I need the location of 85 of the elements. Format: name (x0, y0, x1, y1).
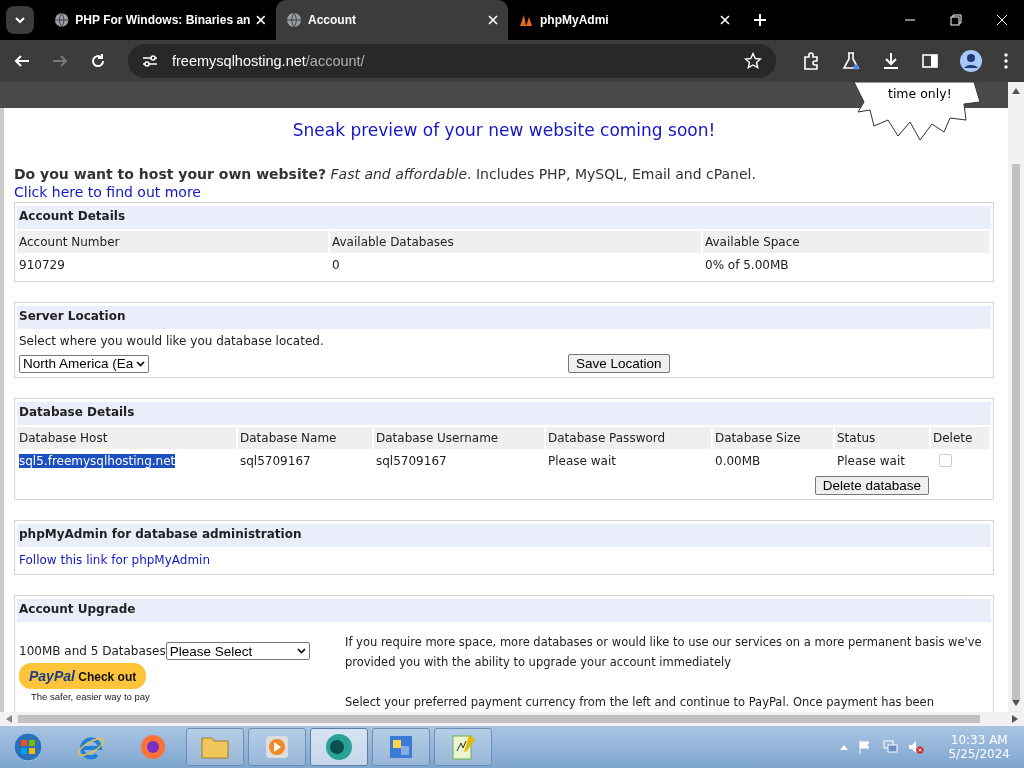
chevron-down-icon (296, 648, 306, 654)
control-panel-icon (387, 733, 415, 761)
menu-icon[interactable] (1004, 53, 1008, 69)
download-icon[interactable] (882, 52, 900, 70)
star-icon[interactable] (744, 52, 762, 70)
column-header: Account Number (17, 231, 330, 253)
currency-select[interactable]: Please Select (165, 642, 310, 660)
upgrade-paragraph: Select your preferred payment currency from the left and continue to PayPal. Once payment has been (345, 694, 935, 711)
flask-icon[interactable] (842, 52, 860, 70)
section-title: Server Location (17, 306, 991, 329)
paypal-checkout-button[interactable]: PayPal Check out (19, 663, 147, 689)
delete-checkbox[interactable] (939, 454, 952, 467)
paypal-caption: The safer, easier way to pay (31, 691, 151, 702)
close-icon[interactable] (488, 15, 498, 25)
notepad-icon (449, 733, 477, 761)
browser-tab[interactable]: Account (276, 0, 508, 40)
forward-arrow-icon[interactable] (52, 53, 68, 69)
tab-title: PHP For Windows: Binaries an (75, 13, 251, 27)
vertical-scrollbar[interactable] (1008, 82, 1024, 712)
scroll-up-icon[interactable] (1012, 88, 1020, 94)
media-player-icon (263, 733, 291, 761)
puzzle-icon[interactable] (802, 52, 820, 70)
instruction-text: Select where you would like you database located. (18, 333, 325, 350)
column-header: Database Username (374, 427, 546, 449)
folder-icon (200, 734, 230, 760)
reload-icon[interactable] (90, 53, 106, 69)
column-header: Database Password (546, 427, 713, 449)
column-header: Available Databases (330, 231, 703, 253)
tab-title: Account (308, 13, 357, 27)
restore-icon[interactable] (950, 14, 962, 26)
section-title: Account Details (17, 206, 991, 229)
browser-tab[interactable]: PHP For Windows: Binaries an (44, 0, 276, 40)
globe-icon (54, 12, 70, 28)
column-header: Delete (931, 427, 991, 449)
close-icon[interactable] (256, 15, 266, 25)
section-title: Database Details (17, 402, 991, 425)
tab-title: phpMyAdmi (540, 13, 610, 27)
promo-text: Do you want to host your own website? Fast and affordable. Includes PHP, MySQL, Email and cPanel. (14, 166, 757, 182)
table-cell-text: Please wait (836, 453, 906, 470)
network-icon[interactable] (882, 740, 899, 754)
promo-text: time only! (888, 86, 952, 101)
column-header: Available Space (703, 231, 991, 253)
chevron-down-icon (136, 360, 145, 367)
globe-icon (286, 12, 302, 28)
close-icon[interactable] (996, 14, 1008, 26)
taskbar-app-button[interactable] (372, 728, 430, 766)
section-title: phpMyAdmin for database administration (17, 524, 991, 547)
table-cell-text: 0.00MB (714, 453, 762, 470)
column-header: Database Size (713, 427, 835, 449)
save-location-button[interactable]: Save Location (568, 354, 670, 373)
column-header: Database Host (17, 427, 238, 449)
tab-search-button[interactable] (6, 6, 34, 34)
table-cell-text: sql5709167 (239, 453, 312, 470)
phpmyadmin-link[interactable]: Follow this link for phpMyAdmin (17, 547, 991, 570)
table-cell-text: Please wait (547, 453, 617, 470)
scroll-left-icon[interactable] (6, 715, 12, 723)
headline: Sneak preview of your new website coming soon! (291, 120, 717, 140)
section-title: Account Upgrade (17, 599, 991, 622)
find-out-more-link[interactable]: Click here to find out more (14, 184, 994, 200)
chevron-down-icon (14, 14, 26, 26)
location-select[interactable]: North America (Ea (19, 354, 149, 373)
plus-icon[interactable] (754, 14, 766, 26)
horizontal-scrollbar[interactable] (0, 712, 1024, 726)
plan-label: 100MB and 5 Databases (19, 644, 166, 658)
delete-database-button[interactable]: Delete database (814, 476, 929, 495)
table-cell-text: 910729 (18, 257, 66, 274)
column-header: Status (835, 427, 931, 449)
side-panel-icon[interactable] (922, 53, 938, 69)
close-icon[interactable] (720, 15, 730, 25)
back-arrow-icon[interactable] (14, 53, 30, 69)
address-bar[interactable]: freemysqlhosting.net/account/ (128, 44, 776, 78)
table-cell: sql5.freemysqlhosting.net (19, 454, 176, 468)
browser-icon (324, 732, 354, 762)
column-header: Database Name (238, 427, 374, 449)
table-cell-text: 0 (331, 257, 341, 274)
browser-tab[interactable]: phpMyAdmi (508, 0, 740, 40)
table-cell-text: 0% of 5.00MB (704, 257, 790, 274)
speaker-muted-icon[interactable] (908, 740, 925, 754)
scroll-right-icon[interactable] (1012, 715, 1018, 723)
profile-avatar-icon[interactable] (960, 50, 982, 72)
table-cell-text: sql5709167 (375, 453, 448, 470)
firefox-icon (139, 733, 167, 761)
site-settings-icon[interactable] (142, 54, 158, 68)
upgrade-paragraph: If you require more space, more databases or would like to use our services on a more permanent basis we've provided you with the ability to upgrade your account immediately (345, 634, 983, 671)
taskbar-app-button[interactable] (310, 728, 368, 766)
